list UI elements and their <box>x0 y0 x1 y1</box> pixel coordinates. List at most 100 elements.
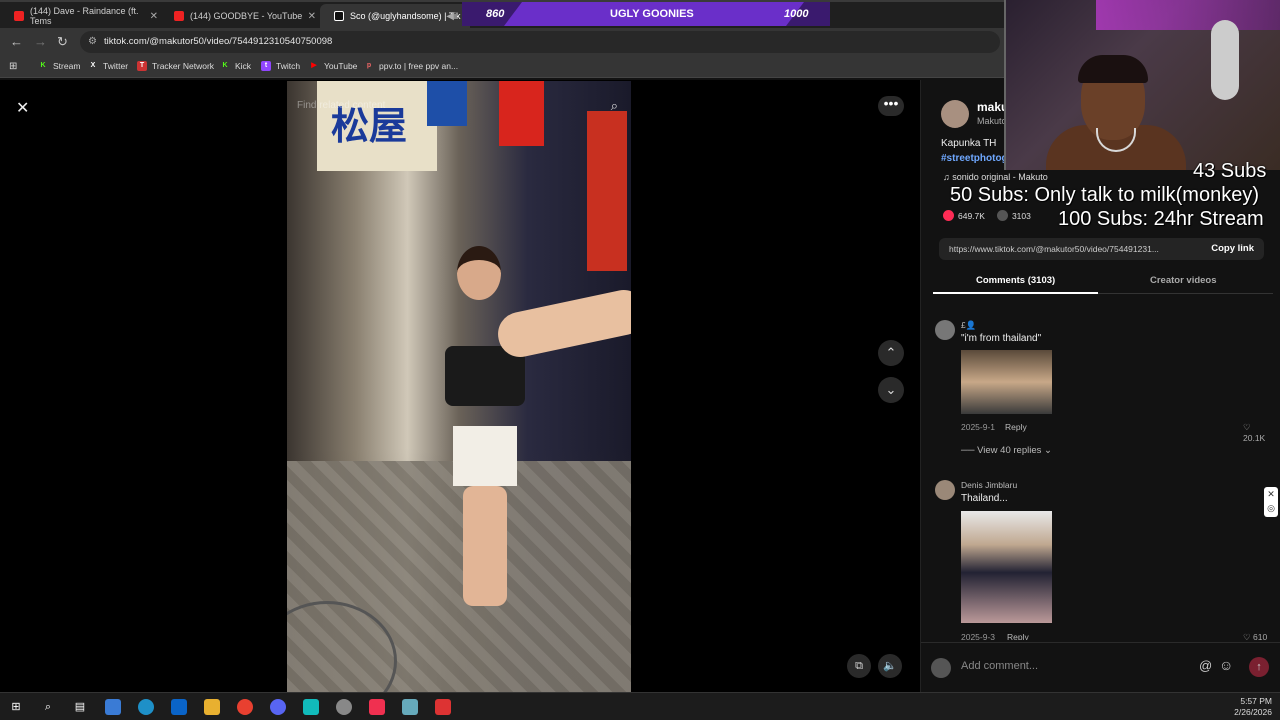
bookmark-label: Twitter <box>103 61 129 71</box>
add-comment-input[interactable]: Add comment... <box>961 660 1038 672</box>
side-extension-icons[interactable]: ✕ ◎ <box>1264 487 1278 517</box>
url-field[interactable]: ⚙ tiktok.com/@makutor50/video/7544912310… <box>80 31 1000 53</box>
apps-icon[interactable]: ⊞ <box>9 61 17 72</box>
view-replies-button[interactable]: ── View 40 replies ⌄ <box>961 445 1052 456</box>
comment-like-count: 610 <box>1252 632 1268 640</box>
emoji-icon[interactable]: ☺ <box>1219 657 1233 673</box>
mute-tab-icon[interactable]: ◀ <box>446 11 454 22</box>
file-explorer-icon[interactable] <box>204 699 220 715</box>
comment-icon <box>996 210 1008 221</box>
back-icon[interactable]: ← <box>10 34 23 49</box>
reply-button[interactable]: Reply <box>1007 632 1029 640</box>
close-icon[interactable]: ✕ <box>1264 487 1278 501</box>
comment-like[interactable]: ♡ 20.1K <box>1243 422 1273 443</box>
browser-tab[interactable]: (144) Dave - Raindance (ft. Tems ✕ <box>0 4 162 28</box>
sub-goal-current: 860 <box>486 8 505 20</box>
pip-icon[interactable]: ⧉ <box>847 654 871 678</box>
comment-image[interactable] <box>961 511 1052 623</box>
sound-link[interactable]: ♫ sonido original - Makuto <box>943 172 1048 182</box>
tab-comments[interactable]: Comments (3103) <box>976 275 1055 286</box>
ppv-icon: p <box>366 62 372 69</box>
commenter-avatar[interactable] <box>935 480 955 500</box>
next-video-button[interactable]: ⌄ <box>878 377 904 403</box>
close-icon[interactable]: ✕ <box>16 98 36 118</box>
active-tab-indicator <box>933 292 1098 294</box>
obs-icon[interactable] <box>336 699 352 715</box>
commenter-name[interactable]: £👤 <box>961 320 976 331</box>
start-icon[interactable]: ⊞ <box>8 699 24 715</box>
user-avatar <box>931 658 951 678</box>
bookmark-tracker-network[interactable]: T Tracker Network <box>137 61 214 71</box>
led-light <box>1096 0 1280 30</box>
music-icon[interactable] <box>369 699 385 715</box>
forward-icon[interactable]: → <box>34 34 47 49</box>
add-comment-bar: Add comment... @ ☺ ↑ <box>921 642 1280 692</box>
bookmark-twitch[interactable]: t Twitch <box>261 61 300 71</box>
sub-goal-target: 1000 <box>784 8 809 20</box>
mail-icon[interactable] <box>171 699 187 715</box>
system-clock[interactable]: 5:57 PM 2/26/2026 <box>1234 696 1272 718</box>
bookmark-youtube[interactable]: ▶ YouTube <box>309 61 357 71</box>
video-viewer: ✕ 松屋 Find related content ⌕ ••• ⌃ ⌄ ⧉ 🔈 <box>0 80 920 692</box>
bookmark-kick[interactable]: K Kick <box>220 61 251 71</box>
bookmark-twitter[interactable]: X Twitter <box>88 61 128 71</box>
webcam-overlay <box>1004 0 1280 170</box>
close-tab-icon[interactable]: ✕ <box>308 11 316 22</box>
video-player[interactable]: 松屋 <box>287 81 631 692</box>
search-icon[interactable]: ⌕ <box>611 98 618 114</box>
app-icon[interactable] <box>435 699 451 715</box>
copy-link-button[interactable]: Copy link <box>1211 238 1254 260</box>
bookmark-ppv[interactable]: p ppv.to | free ppv an... <box>364 61 458 71</box>
comment-text: Thailand... <box>961 493 1008 504</box>
tab-label: (144) GOODBYE - YouTube <box>190 11 303 21</box>
settings-icon[interactable]: ◎ <box>1264 501 1278 515</box>
discord-icon[interactable] <box>270 699 286 715</box>
more-options-button[interactable]: ••• <box>878 96 904 116</box>
author-avatar[interactable] <box>941 100 969 128</box>
volume-icon[interactable]: 🔈 <box>878 654 902 678</box>
chrome-icon[interactable] <box>237 699 253 715</box>
comment-count: 3103 <box>1011 210 1031 221</box>
app-icon[interactable] <box>402 699 418 715</box>
commenter-name[interactable]: Denis Jimblaru <box>961 480 1017 490</box>
store-icon[interactable] <box>105 699 121 715</box>
previous-video-button[interactable]: ⌃ <box>878 340 904 366</box>
mention-icon[interactable]: @ <box>1199 658 1212 673</box>
post-stats: 649.7K 3103 <box>943 210 1031 221</box>
comment-image[interactable] <box>961 350 1052 414</box>
task-view-icon[interactable]: ▤ <box>72 699 88 715</box>
app-icon[interactable] <box>303 699 319 715</box>
person-skirt <box>453 426 517 486</box>
bookmark-label: Twitch <box>276 61 301 71</box>
store-sign <box>587 111 627 271</box>
bookmark-stream[interactable]: K Stream <box>38 61 80 71</box>
reload-icon[interactable]: ↻ <box>57 34 68 50</box>
comment-button[interactable]: 3103 <box>996 210 1031 221</box>
like-count: 649.7K <box>958 210 985 221</box>
bookmark-label: Kick <box>235 61 252 71</box>
author-nickname: Makuto <box>977 116 1007 126</box>
bookmark-label: Tracker Network <box>152 61 215 71</box>
related-search-placeholder: Find related content <box>297 100 386 111</box>
like-button[interactable]: 649.7K <box>943 210 985 221</box>
comment-like[interactable]: ♡ 610 <box>1243 632 1267 640</box>
sub-goal-overlay-100: 100 Subs: 24hr Stream <box>1058 208 1264 230</box>
tab-label: Sco (@uglyhandsome) | Tik <box>350 11 461 21</box>
browser-tab-active[interactable]: Sco (@uglyhandsome) | Tik ◀ <box>320 4 470 28</box>
reply-button[interactable]: Reply <box>1005 422 1027 432</box>
close-tab-icon[interactable]: ✕ <box>150 11 158 22</box>
browser-tab[interactable]: (144) GOODBYE - YouTube ✕ <box>160 4 320 28</box>
send-comment-button[interactable]: ↑ <box>1249 657 1269 677</box>
windows-taskbar: ⊞ ⌕ ▤ 5:57 PM 2/26/2026 <box>0 692 1280 720</box>
microphone <box>1211 20 1239 100</box>
site-info-icon[interactable]: ⚙ <box>88 31 97 53</box>
sound-label: sonido original - Makuto <box>952 172 1048 182</box>
screen: (144) Dave - Raindance (ft. Tems ✕ (144)… <box>0 0 1280 720</box>
tab-creator-videos[interactable]: Creator videos <box>1150 275 1217 286</box>
edge-icon[interactable] <box>138 699 154 715</box>
sub-goal-overlay-50: 50 Subs: Only talk to milk(monkey) <box>950 184 1259 206</box>
store-sign: 松屋 <box>317 81 437 171</box>
search-icon[interactable]: ⌕ <box>40 699 56 715</box>
related-search[interactable]: Find related content ⌕ <box>297 98 622 118</box>
commenter-avatar[interactable] <box>935 320 955 340</box>
